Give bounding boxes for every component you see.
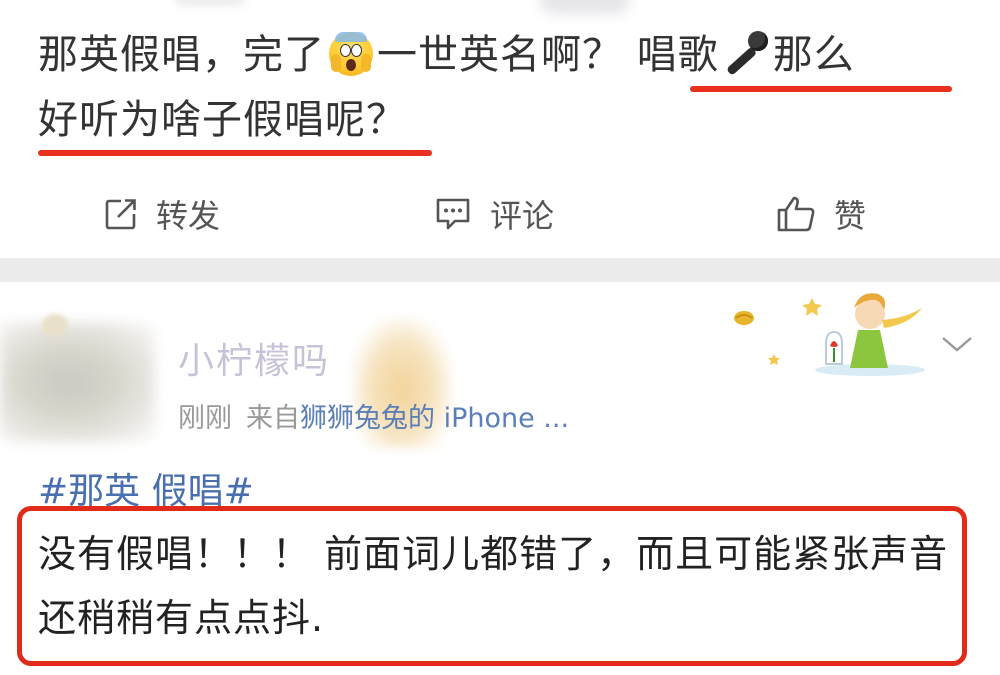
little-prince-sticker [730, 284, 925, 376]
post-body: 没有假唱！！！ 前面词儿都错了，而且可能紧张声音还稍稍有点点抖. [38, 532, 949, 640]
blurred-region [540, 0, 630, 14]
avatar-accent [42, 314, 68, 336]
source-device-link[interactable]: 狮狮兔兔的 iPhone ... [300, 403, 569, 434]
post-text-underlined: 唱歌 [636, 32, 719, 78]
source-prefix: 来自 [246, 403, 300, 434]
share-icon [104, 197, 138, 231]
feed-divider [0, 258, 1000, 282]
action-bar: 转发 评论 赞 [0, 186, 1000, 242]
comment-icon [434, 196, 472, 232]
like-label: 赞 [834, 197, 867, 235]
post-meta: 刚刚 来自狮狮兔兔的 iPhone ... [178, 396, 569, 435]
chevron-down-icon[interactable] [940, 334, 974, 358]
post-text-underlined: 好听为啥子假唱呢？ [38, 97, 407, 143]
repost-card: 小柠檬吗 刚刚 来自狮狮兔兔的 iPhone ... #那英 假唱# 没有假唱！… [0, 282, 1000, 675]
microphone-icon [721, 30, 771, 76]
post-time: 刚刚 [178, 403, 232, 434]
user-name[interactable]: 小柠檬吗 [178, 332, 330, 384]
post-text-line-1: 那英假唱，完了 一世英名啊？ 唱歌 那么 [38, 30, 855, 79]
forward-label: 转发 [156, 197, 221, 235]
red-underline [690, 86, 952, 92]
blurred-region [175, 0, 245, 6]
weibo-screenshot: 那英假唱，完了 一世英名啊？ 唱歌 那么 好听为啥子假唱呢？ 转发 评论 赞 小… [0, 0, 1000, 675]
comment-button[interactable]: 评论 [434, 192, 554, 236]
original-post: 那英假唱，完了 一世英名啊？ 唱歌 那么 好听为啥子假唱呢？ 转发 评论 赞 [0, 0, 1000, 258]
comment-label: 评论 [490, 197, 555, 235]
post-text-underlined: 那么 [772, 32, 855, 78]
scream-emoji-icon [329, 32, 373, 76]
thumbs-up-icon [776, 195, 816, 233]
post-text-part: 一世英名啊？ [377, 32, 623, 78]
forward-button[interactable]: 转发 [104, 192, 220, 236]
post-text-part: 那英假唱，完了 [38, 32, 325, 78]
post-text-line-2: 好听为啥子假唱呢？ [38, 96, 407, 144]
like-button[interactable]: 赞 [776, 192, 866, 236]
red-underline [38, 150, 432, 156]
avatar[interactable] [0, 322, 155, 442]
